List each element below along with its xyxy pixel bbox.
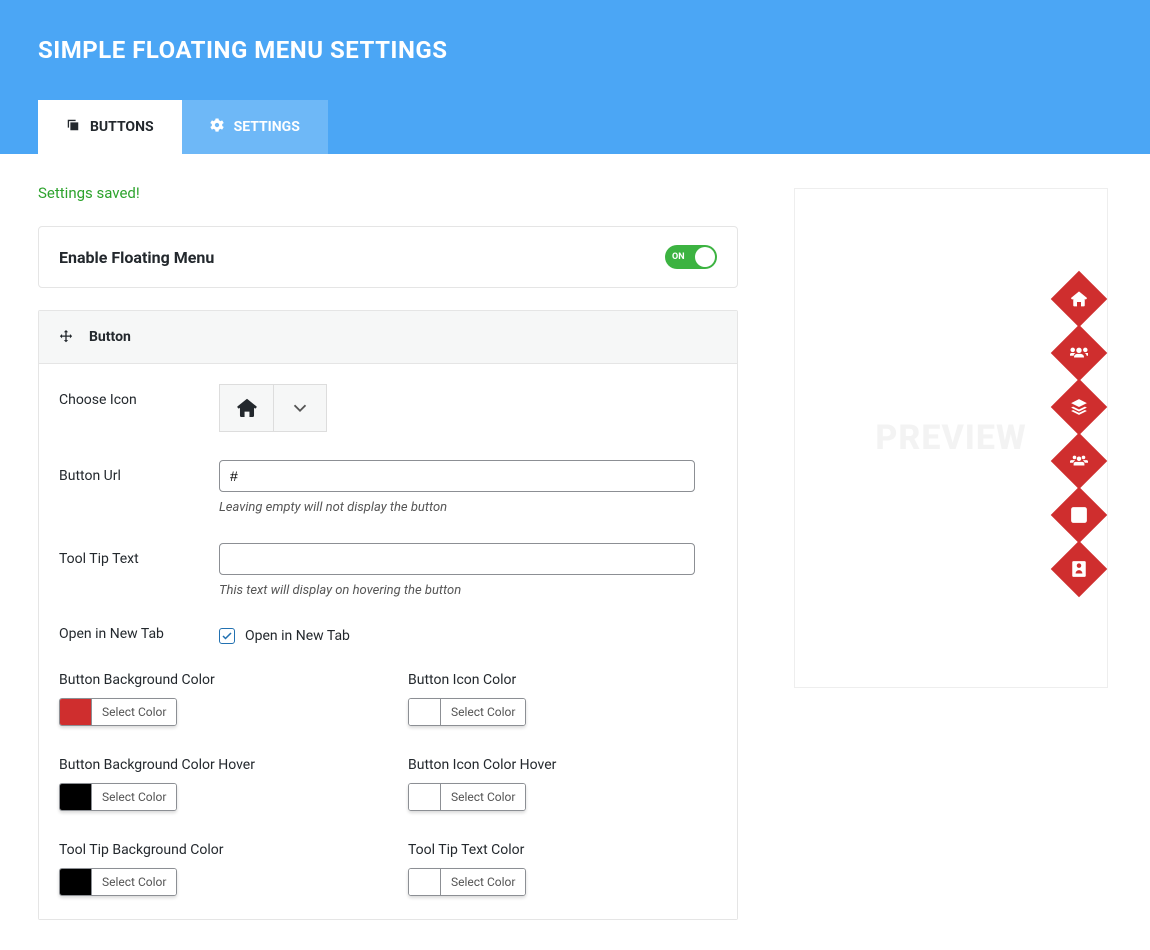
preview-button-badge[interactable]	[1051, 541, 1108, 598]
button-url-label: Button Url	[59, 460, 219, 515]
color-label-icon: Button Icon Color	[408, 672, 717, 688]
preview-button-home[interactable]	[1051, 271, 1108, 328]
color-swatch	[60, 869, 92, 895]
color-label-bg: Button Background Color	[59, 672, 368, 688]
color-select-label: Select Color	[92, 784, 176, 810]
tab-label: SETTINGS	[234, 119, 300, 135]
color-select-bg-hover[interactable]: Select Color	[59, 783, 177, 811]
preview-box: PREVIEW	[794, 188, 1108, 688]
preview-watermark: PREVIEW	[875, 418, 1026, 458]
color-select-label: Select Color	[441, 869, 525, 895]
chevron-down-icon[interactable]	[273, 384, 327, 432]
home-icon	[219, 384, 273, 432]
color-label-icon-hover: Button Icon Color Hover	[408, 757, 717, 773]
open-new-tab-checkbox[interactable]	[219, 628, 235, 644]
color-select-tooltip-text[interactable]: Select Color	[408, 868, 526, 896]
tooltip-label: Tool Tip Text	[59, 543, 219, 598]
color-label-bg-hover: Button Background Color Hover	[59, 757, 368, 773]
layers-icon	[1070, 398, 1088, 416]
color-select-icon[interactable]: Select Color	[408, 698, 526, 726]
preview-button-blog[interactable]	[1051, 487, 1108, 544]
preview-button-group[interactable]	[1051, 433, 1108, 490]
color-select-label: Select Color	[92, 869, 176, 895]
tabs: BUTTONS SETTINGS	[38, 100, 1112, 154]
toggle-state-label: ON	[672, 252, 685, 262]
panel-title: Button	[89, 329, 131, 345]
tab-buttons[interactable]: BUTTONS	[38, 100, 182, 154]
users-gear-icon	[1070, 344, 1088, 362]
color-select-bg[interactable]: Select Color	[59, 698, 177, 726]
page-title: SIMPLE FLOATING MENU SETTINGS	[38, 36, 1112, 64]
tooltip-input[interactable]	[219, 543, 695, 575]
color-swatch	[409, 869, 441, 895]
button-url-input[interactable]	[219, 460, 695, 492]
blog-icon	[1070, 506, 1088, 524]
move-icon[interactable]	[59, 330, 73, 344]
color-swatch	[409, 699, 441, 725]
enable-card: Enable Floating Menu ON	[38, 226, 738, 288]
enable-toggle[interactable]: ON	[665, 245, 717, 269]
color-swatch	[60, 784, 92, 810]
tab-settings[interactable]: SETTINGS	[182, 100, 328, 154]
open-new-tab-label: Open in New Tab	[59, 626, 219, 644]
page-header: SIMPLE FLOATING MENU SETTINGS BUTTONS SE…	[0, 0, 1150, 154]
button-url-hint: Leaving empty will not display the butto…	[219, 500, 717, 515]
tab-label: BUTTONS	[90, 119, 154, 135]
preview-button-users[interactable]	[1051, 325, 1108, 382]
clone-icon	[66, 118, 80, 136]
choose-icon-label: Choose Icon	[59, 384, 219, 432]
color-select-icon-hover[interactable]: Select Color	[408, 783, 526, 811]
color-select-label: Select Color	[441, 699, 525, 725]
notice-saved: Settings saved!	[38, 184, 738, 202]
color-label-tooltip-bg: Tool Tip Background Color	[59, 842, 368, 858]
color-select-label: Select Color	[92, 699, 176, 725]
floating-menu-preview	[1059, 279, 1099, 589]
color-swatch	[409, 784, 441, 810]
tooltip-hint: This text will display on hovering the b…	[219, 583, 717, 598]
enable-title: Enable Floating Menu	[59, 248, 214, 267]
toggle-knob	[695, 247, 715, 267]
badge-icon	[1070, 560, 1088, 578]
color-select-label: Select Color	[441, 784, 525, 810]
home-icon	[1070, 290, 1088, 308]
check-icon	[221, 630, 233, 642]
button-panel: Button Choose Icon Button Url	[38, 310, 738, 920]
gear-icon	[210, 118, 224, 136]
preview-button-layers[interactable]	[1051, 379, 1108, 436]
color-swatch	[60, 699, 92, 725]
color-label-tooltip-text: Tool Tip Text Color	[408, 842, 717, 858]
people-group-icon	[1070, 452, 1088, 470]
open-new-tab-checkbox-label: Open in New Tab	[245, 628, 350, 644]
icon-picker[interactable]	[219, 384, 717, 432]
color-select-tooltip-bg[interactable]: Select Color	[59, 868, 177, 896]
